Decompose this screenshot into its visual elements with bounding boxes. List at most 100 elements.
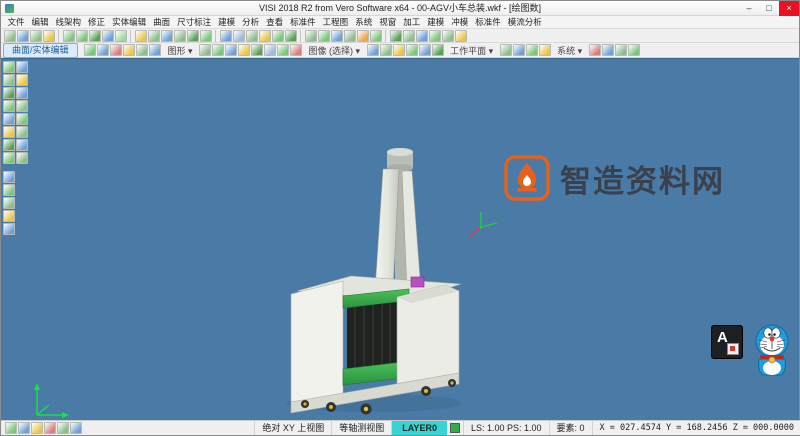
tool-icon[interactable] [305, 30, 317, 42]
tool-icon[interactable] [393, 44, 405, 56]
tool-icon[interactable] [200, 30, 212, 42]
menu-item-1[interactable]: 文件 [4, 16, 28, 29]
tool-icon[interactable] [225, 44, 237, 56]
tool-icon[interactable] [44, 422, 56, 434]
tool-icon[interactable] [16, 100, 28, 112]
tool-icon[interactable] [161, 30, 173, 42]
tool-icon[interactable] [16, 61, 28, 73]
tool-icon[interactable] [272, 30, 284, 42]
tool-icon[interactable] [89, 30, 101, 42]
tool-icon[interactable] [220, 30, 232, 42]
tool-icon[interactable] [432, 44, 444, 56]
menu-item-9[interactable]: 分析 [239, 16, 263, 29]
tool-icon[interactable] [429, 30, 441, 42]
tool-icon[interactable] [84, 44, 96, 56]
tool-icon[interactable] [602, 44, 614, 56]
menu-item-18[interactable]: 标准件 [472, 16, 505, 29]
tool-icon[interactable] [500, 44, 512, 56]
tool-icon[interactable] [513, 44, 525, 56]
tool-icon[interactable] [3, 184, 15, 196]
tool-icon[interactable] [97, 44, 109, 56]
menu-item-14[interactable]: 视窗 [376, 16, 400, 29]
maximize-button[interactable]: □ [759, 1, 779, 16]
current-color-swatch[interactable] [450, 423, 460, 433]
menu-item-2[interactable]: 编辑 [28, 16, 52, 29]
tool-icon[interactable] [199, 44, 211, 56]
status-layer-chip[interactable]: LAYER0 [391, 421, 447, 435]
tool-icon[interactable] [3, 74, 15, 86]
annotation-style-box[interactable]: A [711, 325, 743, 359]
tool-icon[interactable] [136, 44, 148, 56]
tool-icon[interactable] [539, 44, 551, 56]
menu-item-5[interactable]: 实体编辑 [109, 16, 150, 29]
tool-icon[interactable] [259, 30, 271, 42]
tool-icon[interactable] [3, 87, 15, 99]
tool-icon[interactable] [370, 30, 382, 42]
tool-icon[interactable] [63, 30, 75, 42]
tool-icon[interactable] [380, 44, 392, 56]
tool-icon[interactable] [628, 44, 640, 56]
tool-icon[interactable] [3, 61, 15, 73]
menu-item-17[interactable]: 冲模 [448, 16, 472, 29]
tool-icon[interactable] [442, 30, 454, 42]
tool-icon[interactable] [70, 422, 82, 434]
menu-item-8[interactable]: 建模 [215, 16, 239, 29]
tool-icon[interactable] [246, 30, 258, 42]
tool-icon[interactable] [16, 74, 28, 86]
tool-icon[interactable] [615, 44, 627, 56]
tool-icon[interactable] [416, 30, 428, 42]
tool-icon[interactable] [148, 30, 160, 42]
active-panel-tab[interactable]: 曲面/实体编辑 [3, 43, 78, 58]
tool-icon[interactable] [16, 152, 28, 164]
tool-icon[interactable] [17, 30, 29, 42]
tool-icon[interactable] [277, 44, 289, 56]
tool-icon[interactable] [135, 30, 147, 42]
agv-model-3d[interactable] [274, 145, 474, 417]
tool-icon[interactable] [43, 30, 55, 42]
tool-icon[interactable] [264, 44, 276, 56]
tool-icon[interactable] [16, 113, 28, 125]
menu-item-7[interactable]: 尺寸标注 [174, 16, 215, 29]
tool-icon[interactable] [110, 44, 122, 56]
menu-item-16[interactable]: 建模 [424, 16, 448, 29]
tool-icon[interactable] [290, 44, 302, 56]
tool-icon[interactable] [30, 30, 42, 42]
tool-icon[interactable] [212, 44, 224, 56]
menu-item-6[interactable]: 曲面 [150, 16, 174, 29]
status-view-name[interactable]: 等轴测视图 [331, 421, 391, 435]
tool-icon[interactable] [123, 44, 135, 56]
tool-icon[interactable] [331, 30, 343, 42]
tool-icon[interactable] [251, 44, 263, 56]
menu-item-4[interactable]: 修正 [85, 16, 109, 29]
toolbar-group-label[interactable]: 图形 ▾ [168, 44, 193, 57]
tool-icon[interactable] [3, 197, 15, 209]
menu-item-13[interactable]: 系统 [352, 16, 376, 29]
tool-icon[interactable] [367, 44, 379, 56]
tool-icon[interactable] [187, 30, 199, 42]
tool-icon[interactable] [419, 44, 431, 56]
tool-icon[interactable] [76, 30, 88, 42]
menu-item-19[interactable]: 模流分析 [504, 16, 545, 29]
tool-icon[interactable] [16, 87, 28, 99]
tool-icon[interactable] [16, 126, 28, 138]
tool-icon[interactable] [285, 30, 297, 42]
tool-icon[interactable] [57, 422, 69, 434]
tool-icon[interactable] [174, 30, 186, 42]
tool-icon[interactable] [403, 30, 415, 42]
tool-icon[interactable] [390, 30, 402, 42]
toolbar-group-label[interactable]: 图像 (选择) ▾ [309, 44, 361, 57]
tool-icon[interactable] [149, 44, 161, 56]
menu-item-12[interactable]: 工程图 [319, 16, 352, 29]
toolbar-group-label[interactable]: 系统 ▾ [557, 44, 582, 57]
tool-icon[interactable] [318, 30, 330, 42]
menu-item-11[interactable]: 标准件 [287, 16, 320, 29]
tool-icon[interactable] [3, 113, 15, 125]
tool-icon[interactable] [102, 30, 114, 42]
tool-icon[interactable] [589, 44, 601, 56]
toolbar-group-label[interactable]: 工作平面 ▾ [450, 44, 493, 57]
tool-icon[interactable] [3, 126, 15, 138]
tool-icon[interactable] [406, 44, 418, 56]
tool-icon[interactable] [31, 422, 43, 434]
tool-icon[interactable] [3, 210, 15, 222]
close-button[interactable]: × [779, 1, 799, 16]
